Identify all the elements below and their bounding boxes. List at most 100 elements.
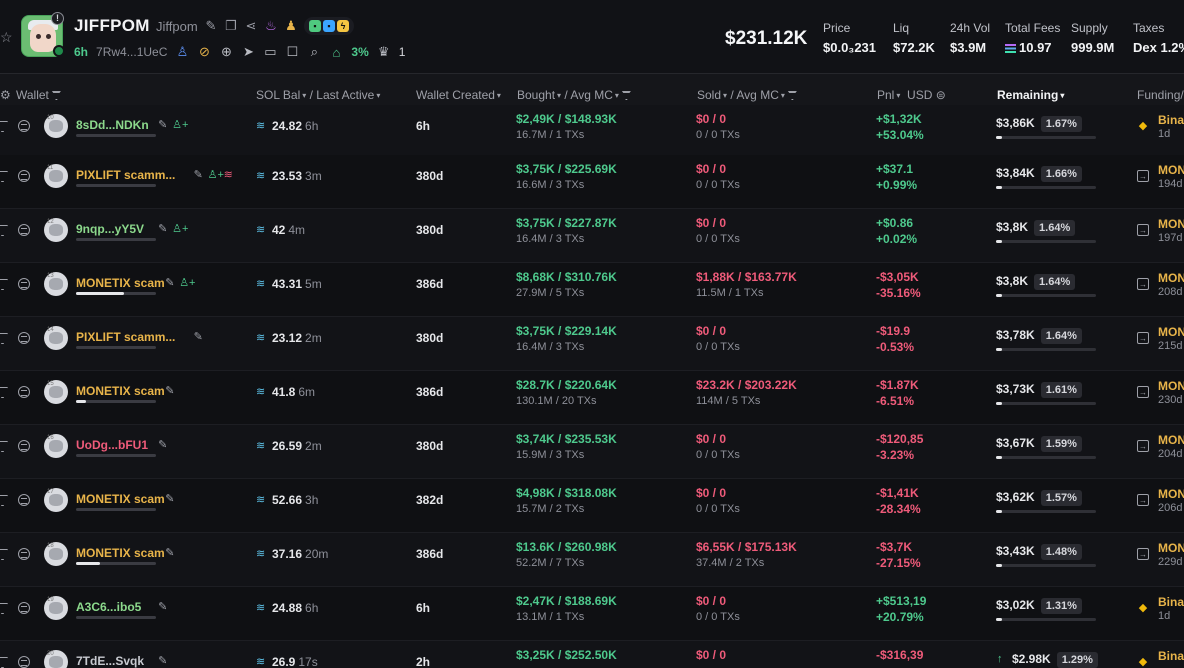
lightning-icon[interactable]: ϟ	[337, 20, 349, 32]
chat-icon[interactable]: ☐	[285, 44, 299, 60]
list-icon[interactable]	[18, 602, 30, 614]
info-badge-icon[interactable]: !	[51, 12, 64, 25]
list-icon[interactable]	[18, 440, 30, 452]
table-row[interactable]: 20 7TdE...Svqk ✎ ≋ 26.9 17s 2h $3,25K / $252.50…	[0, 641, 1184, 668]
funding-source[interactable]: MON	[1158, 541, 1184, 555]
list-icon[interactable]	[18, 224, 30, 236]
share-icon[interactable]: ⋖	[244, 19, 258, 33]
pencil-icon[interactable]: ✎	[165, 384, 174, 397]
filter-icon[interactable]	[0, 121, 8, 132]
funding-source[interactable]: MON	[1158, 271, 1184, 285]
funding-source[interactable]: MON	[1158, 487, 1184, 501]
pencil-icon[interactable]: ✎	[158, 600, 167, 613]
twitter-icon[interactable]: ▪	[323, 20, 335, 32]
fire-icon[interactable]: ♨	[264, 19, 278, 33]
col-sold[interactable]: Sold ▾ / Avg MC ▾	[697, 88, 797, 102]
list-icon[interactable]	[18, 278, 30, 290]
table-row[interactable]: 17 MONETIX scam ✎ ≋ 52.66 3h 382d $4,98K / $318…	[0, 479, 1184, 533]
usd-toggle-icon[interactable]: ⊜	[936, 88, 946, 102]
table-row[interactable]: 18 MONETIX scam ✎ ≋ 37.16 20m 386d $13.6K / $26…	[0, 533, 1184, 587]
col-sol-bal[interactable]: SOL Bal ▾ / Last Active ▾	[256, 88, 380, 102]
list-icon[interactable]	[18, 332, 30, 344]
user-plus-icon[interactable]: ♙+	[208, 168, 224, 181]
website-icon[interactable]: ▪	[309, 20, 321, 32]
filter-icon[interactable]	[787, 91, 797, 100]
funding-source[interactable]: Binar	[1158, 595, 1184, 609]
wallet-name[interactable]: MONETIX scam	[76, 384, 165, 398]
user-plus-icon[interactable]: ♙+	[172, 118, 188, 131]
user-plus-icon[interactable]: ♙+	[172, 222, 188, 235]
token-address[interactable]: 7Rw4...1UeC	[96, 45, 167, 59]
pencil-icon[interactable]: ✎	[158, 654, 167, 667]
user-plus-icon[interactable]: ♙+	[179, 276, 195, 289]
wallet-name[interactable]: 7TdE...Svqk	[76, 654, 144, 668]
list-icon[interactable]	[18, 548, 30, 560]
filter-icon[interactable]	[0, 225, 8, 236]
filter-icon[interactable]	[0, 549, 8, 560]
table-row[interactable]: 13 MONETIX scam ✎ ♙+ ≋ 43.31 5m 386d $8,68K / $3…	[0, 263, 1184, 317]
wallet-name[interactable]: MONETIX scam	[76, 276, 165, 290]
wallet-name[interactable]: 9nqp...yY5V	[76, 222, 144, 236]
funding-source[interactable]: MON	[1158, 217, 1184, 231]
pencil-icon[interactable]: ✎	[158, 222, 167, 235]
community-icon[interactable]: ♟	[284, 19, 298, 33]
wallet-name[interactable]: A3C6...ibo5	[76, 600, 141, 614]
funding-source[interactable]: MON	[1158, 433, 1184, 447]
col-pnl[interactable]: Pnl ▾ USD ⊜	[877, 88, 946, 102]
wallet-name[interactable]: UoDg...bFU1	[76, 438, 148, 452]
search-icon[interactable]: ⌕	[307, 44, 321, 60]
col-remaining[interactable]: Remaining ▾	[997, 88, 1064, 102]
pencil-icon[interactable]: ✎	[194, 168, 203, 181]
list-icon[interactable]	[18, 170, 30, 182]
table-row[interactable]: 11 PIXLIFT scamm... ✎ ♙+ ≋ ≋ 23.53 3m 380d $3,75K…	[0, 155, 1184, 209]
filter-icon[interactable]	[0, 387, 8, 398]
telegram-icon[interactable]: ➤	[241, 44, 255, 60]
table-row[interactable]: 14 PIXLIFT scamm... ✎ ≋ 23.12 2m 380d $3,75K / …	[0, 317, 1184, 371]
pencil-icon[interactable]: ✎	[204, 19, 218, 33]
settings-icon[interactable]: ⚙	[0, 88, 11, 102]
filter-icon[interactable]	[51, 91, 61, 100]
warning-icon[interactable]: ⊘	[197, 44, 211, 60]
list-icon[interactable]	[18, 120, 30, 132]
filter-icon[interactable]	[0, 171, 8, 182]
filter-icon[interactable]	[0, 279, 8, 290]
filter-icon[interactable]	[0, 495, 8, 506]
filter-icon[interactable]	[0, 441, 8, 452]
funding-source[interactable]: Binar	[1158, 649, 1184, 663]
wallet-name[interactable]: MONETIX scam	[76, 492, 165, 506]
wallet-name[interactable]: MONETIX scam	[76, 546, 165, 560]
funding-source[interactable]: Binar	[1158, 113, 1184, 127]
document-icon[interactable]: ▭	[263, 44, 277, 60]
pencil-icon[interactable]: ✎	[158, 438, 167, 451]
copy-icon[interactable]: ❐	[224, 19, 238, 33]
list-icon[interactable]	[18, 494, 30, 506]
list-icon[interactable]	[18, 656, 30, 668]
funding-source[interactable]: MON	[1158, 379, 1184, 393]
funding-source[interactable]: MON	[1158, 163, 1184, 177]
star-icon[interactable]: ☆	[0, 30, 13, 44]
filter-icon[interactable]	[0, 657, 8, 668]
funding-source[interactable]: MON	[1158, 325, 1184, 339]
table-row[interactable]: 15 MONETIX scam ✎ ≋ 41.8 6m 386d $28.7K / $220.…	[0, 371, 1184, 425]
col-funding[interactable]: Funding/	[1137, 88, 1184, 102]
table-row[interactable]: 10 8sDd...NDKn ✎ ♙+ ≋ 24.82 6h 6h $2,49K / $148.…	[0, 105, 1184, 159]
col-wallet[interactable]: Wallet	[16, 88, 61, 102]
pencil-icon[interactable]: ✎	[194, 330, 203, 343]
pencil-icon[interactable]: ✎	[158, 118, 167, 131]
col-bought[interactable]: Bought ▾ / Avg MC ▾	[517, 88, 631, 102]
wallet-name[interactable]: PIXLIFT scamm...	[76, 168, 175, 182]
filter-icon[interactable]	[621, 91, 631, 100]
wallet-name[interactable]: PIXLIFT scamm...	[76, 330, 175, 344]
filter-icon[interactable]	[0, 603, 8, 614]
list-icon[interactable]	[18, 386, 30, 398]
table-row[interactable]: 16 UoDg...bFU1 ✎ ≋ 26.59 2m 380d $3,74K / $235.…	[0, 425, 1184, 479]
col-wallet-created[interactable]: Wallet Created ▾	[416, 88, 501, 102]
pencil-icon[interactable]: ✎	[165, 276, 174, 289]
pencil-icon[interactable]: ✎	[165, 492, 174, 505]
table-row[interactable]: 19 A3C6...ibo5 ✎ ≋ 24.88 6h 6h $2,47K / $188.69…	[0, 587, 1184, 641]
globe-icon[interactable]: ⊕	[219, 44, 233, 60]
user-icon[interactable]: ♙	[175, 44, 189, 60]
layers-icon[interactable]: ≋	[224, 168, 233, 181]
social-pills[interactable]: ▪ ▪ ϟ	[304, 17, 354, 35]
table-row[interactable]: 12 9nqp...yY5V ✎ ♙+ ≋ 42 4m 380d $3,75K / $227.8…	[0, 209, 1184, 263]
